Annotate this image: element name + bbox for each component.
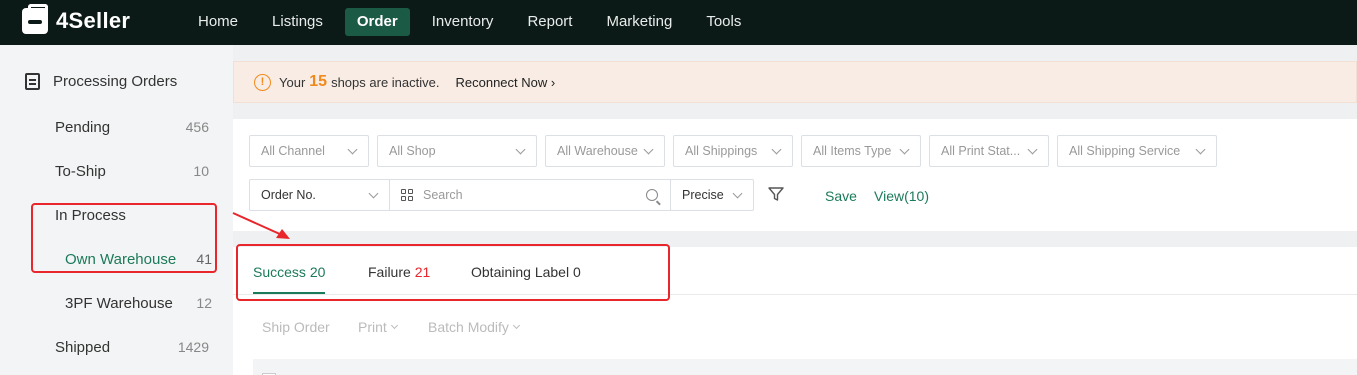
- brand-logo[interactable]: 4Seller: [22, 4, 131, 34]
- shop-select[interactable]: All Shop: [377, 135, 537, 167]
- banner-prefix: Your: [279, 74, 306, 90]
- inactive-shops-banner: ! Your 15 shops are inactive. Reconnect …: [233, 61, 1357, 103]
- chevron-down-icon: [1195, 144, 1206, 155]
- shipping-service-select[interactable]: All Shipping Service: [1057, 135, 1217, 167]
- search-input[interactable]: Search: [389, 179, 671, 211]
- chevron-right-icon: ›: [550, 74, 556, 90]
- table-header: [253, 359, 1357, 375]
- items-type-select[interactable]: All Items Type: [801, 135, 921, 167]
- warning-icon: !: [254, 73, 271, 91]
- select-value: All Shipping Service: [1069, 144, 1181, 158]
- order-field-select[interactable]: Order No.: [249, 179, 390, 211]
- print-dropdown[interactable]: Print: [358, 319, 398, 335]
- select-value: All Shippings: [685, 144, 758, 158]
- batch-modify-dropdown[interactable]: Batch Modify: [428, 319, 520, 335]
- annotation-highlight-tabs: [236, 244, 670, 301]
- chevron-down-icon: [643, 144, 654, 155]
- chevron-down-icon: [515, 144, 526, 155]
- sidebar-item-label: 3PF Warehouse: [65, 295, 173, 312]
- nav-item-tools[interactable]: Tools: [694, 8, 753, 36]
- reconnect-label: Reconnect Now: [455, 74, 548, 90]
- nav-item-listings[interactable]: Listings: [260, 8, 335, 36]
- banner-count: 15: [309, 73, 328, 90]
- sidebar-section-processing-orders[interactable]: Processing Orders: [25, 73, 177, 90]
- warehouse-select[interactable]: All Warehouse: [545, 135, 665, 167]
- sidebar-item-count: 10: [193, 163, 209, 179]
- chevron-down-icon: [390, 321, 398, 330]
- chevron-down-icon: [732, 188, 743, 199]
- select-value: Precise: [682, 188, 724, 202]
- match-mode-select[interactable]: Precise: [670, 179, 754, 211]
- action-label: Batch Modify: [428, 319, 509, 335]
- select-value: All Shop: [389, 144, 436, 158]
- ship-order-button[interactable]: Ship Order: [262, 319, 330, 335]
- sidebar-item-label: To-Ship: [55, 163, 106, 180]
- sidebar-item-to-ship[interactable]: To-Ship 10: [55, 163, 209, 180]
- select-value: Order No.: [261, 188, 316, 202]
- chevron-down-icon: [347, 144, 358, 155]
- saved-views-button[interactable]: View(10): [874, 188, 929, 204]
- reconnect-now-link[interactable]: Reconnect Now ›: [455, 75, 555, 90]
- brand-name: 4Seller: [56, 8, 131, 33]
- filter-panel: All Channel All Shop All Warehouse All S…: [233, 119, 1357, 231]
- sidebar-section-label: Processing Orders: [53, 73, 178, 90]
- sidebar-item-count: 12: [196, 295, 212, 311]
- chevron-down-icon: [512, 321, 520, 330]
- search-placeholder: Search: [423, 188, 463, 202]
- chevron-down-icon: [368, 188, 379, 199]
- sidebar-item-pending[interactable]: Pending 456: [55, 119, 209, 136]
- nav-menu: Home Listings Order Inventory Report Mar…: [186, 8, 763, 36]
- top-navigation: 4Seller Home Listings Order Inventory Re…: [0, 0, 1357, 45]
- nav-item-home[interactable]: Home: [186, 8, 250, 36]
- shippings-select[interactable]: All Shippings: [673, 135, 793, 167]
- sidebar-item-count: 1429: [177, 339, 209, 355]
- annotation-arrow: [232, 212, 290, 239]
- select-value: All Warehouse: [557, 144, 638, 158]
- channel-select[interactable]: All Channel: [249, 135, 369, 167]
- sidebar-item-label: Shipped: [55, 339, 111, 356]
- nav-item-report[interactable]: Report: [515, 8, 584, 36]
- action-label: Print: [358, 319, 387, 335]
- chevron-down-icon: [899, 144, 910, 155]
- nav-item-inventory[interactable]: Inventory: [420, 8, 506, 36]
- banner-message: shops are inactive.: [331, 74, 440, 90]
- shopping-bag-icon: [22, 4, 48, 34]
- filter-icon[interactable]: [768, 186, 784, 202]
- select-value: All Print Stat...: [941, 144, 1021, 158]
- annotation-highlight-in-process: [31, 203, 217, 273]
- nav-item-order[interactable]: Order: [344, 8, 410, 36]
- select-value: All Channel: [261, 144, 325, 158]
- sidebar-item-label: Pending: [55, 119, 111, 136]
- action-label: Ship Order: [262, 319, 330, 335]
- chevron-down-icon: [771, 144, 782, 155]
- save-button[interactable]: Save: [825, 188, 857, 204]
- print-status-select[interactable]: All Print Stat...: [929, 135, 1049, 167]
- search-icon[interactable]: [646, 189, 658, 201]
- sidebar-item-3pf-warehouse[interactable]: 3PF Warehouse 12: [65, 295, 212, 312]
- sidebar-item-count: 456: [185, 119, 209, 135]
- nav-item-marketing[interactable]: Marketing: [594, 8, 684, 36]
- sidebar-item-shipped[interactable]: Shipped 1429: [55, 339, 209, 356]
- select-value: All Items Type: [813, 144, 892, 158]
- grid-icon: [401, 189, 413, 201]
- clipboard-icon: [25, 73, 40, 90]
- chevron-down-icon: [1027, 144, 1038, 155]
